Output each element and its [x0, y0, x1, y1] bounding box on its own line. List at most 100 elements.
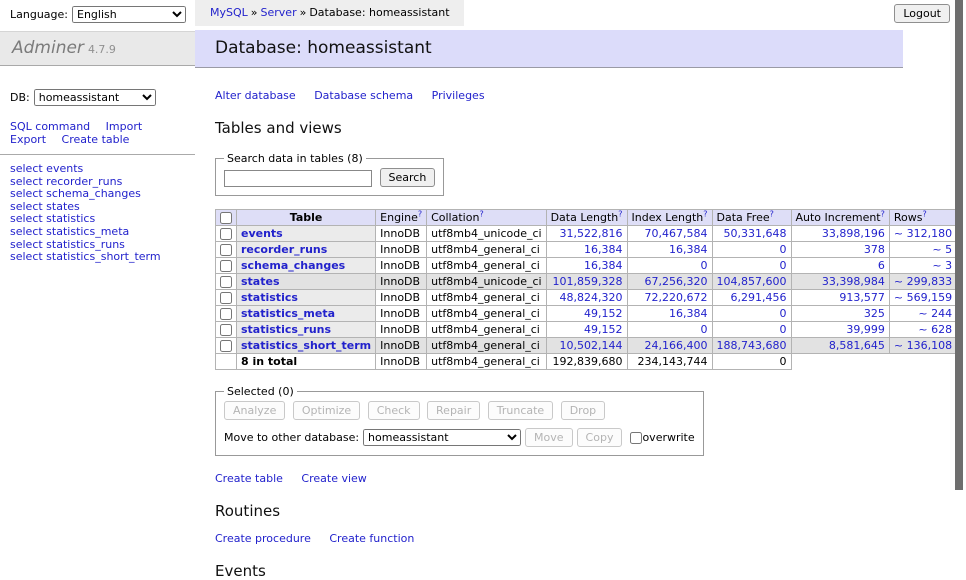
- check-button[interactable]: Check: [368, 401, 420, 420]
- index-length-value[interactable]: 24,166,400: [645, 339, 708, 352]
- overwrite-checkbox[interactable]: [630, 432, 642, 444]
- sidebar-table-list: select events select recorder_runs selec…: [10, 163, 195, 264]
- move-button[interactable]: Move: [525, 428, 573, 447]
- row-checkbox[interactable]: [220, 244, 232, 256]
- create-function-link[interactable]: Create function: [329, 532, 414, 545]
- data-free-help-link[interactable]: ?: [770, 209, 774, 218]
- index-length-value[interactable]: 0: [701, 259, 708, 272]
- index-length-value[interactable]: 16,384: [669, 307, 708, 320]
- engine-help-link[interactable]: ?: [418, 209, 422, 218]
- create-table-link[interactable]: Create table: [215, 472, 283, 485]
- sidebar-item-select-statistics-short-term[interactable]: select statistics_short_term: [10, 251, 195, 264]
- data-length-value[interactable]: 16,384: [584, 243, 623, 256]
- table-link[interactable]: states: [241, 275, 280, 288]
- data-free-value[interactable]: 0: [780, 323, 787, 336]
- truncate-button[interactable]: Truncate: [488, 401, 553, 420]
- rows-value[interactable]: ~ 5: [932, 243, 952, 256]
- breadcrumb-mysql-link[interactable]: MySQL: [210, 6, 248, 19]
- row-checkbox[interactable]: [220, 276, 232, 288]
- data-free-value[interactable]: 6,291,456: [731, 291, 787, 304]
- data-length-value[interactable]: 31,522,816: [560, 227, 623, 240]
- repair-button[interactable]: Repair: [427, 401, 480, 420]
- rows-value[interactable]: ~ 3: [932, 259, 952, 272]
- auto-increment-help-link[interactable]: ?: [881, 209, 885, 218]
- copy-button[interactable]: Copy: [577, 428, 623, 447]
- auto-increment-value[interactable]: 913,577: [839, 291, 885, 304]
- auto-increment-value[interactable]: 8,581,645: [829, 339, 885, 352]
- alter-database-link[interactable]: Alter database: [215, 89, 296, 102]
- index-length-value[interactable]: 0: [701, 323, 708, 336]
- data-free-value[interactable]: 50,331,648: [724, 227, 787, 240]
- select-all-checkbox[interactable]: [220, 212, 232, 224]
- column-header-table: Table: [237, 210, 376, 226]
- index-length-value[interactable]: 70,467,584: [645, 227, 708, 240]
- privileges-link[interactable]: Privileges: [432, 89, 485, 102]
- data-length-value[interactable]: 49,152: [584, 307, 623, 320]
- rows-value[interactable]: ~ 299,833: [894, 275, 952, 288]
- auto-increment-value[interactable]: 325: [864, 307, 885, 320]
- index-length-value[interactable]: 16,384: [669, 243, 708, 256]
- auto-increment-value[interactable]: 33,898,196: [822, 227, 885, 240]
- index-length-help-link[interactable]: ?: [703, 209, 707, 218]
- database-schema-link[interactable]: Database schema: [314, 89, 413, 102]
- table-link[interactable]: recorder_runs: [241, 243, 327, 256]
- data-length-help-link[interactable]: ?: [618, 209, 622, 218]
- collation-help-link[interactable]: ?: [479, 209, 483, 218]
- sidebar-item-select-events[interactable]: select events: [10, 163, 195, 176]
- rows-value[interactable]: ~ 569,159: [894, 291, 952, 304]
- export-link[interactable]: Export: [10, 133, 46, 146]
- data-length-value[interactable]: 10,502,144: [560, 339, 623, 352]
- table-link[interactable]: schema_changes: [241, 259, 345, 272]
- search-button[interactable]: Search: [380, 168, 436, 187]
- data-length-value[interactable]: 101,859,328: [553, 275, 623, 288]
- row-checkbox[interactable]: [220, 340, 232, 352]
- rows-value[interactable]: ~ 244: [918, 307, 952, 320]
- analyze-button[interactable]: Analyze: [224, 401, 285, 420]
- rows-value[interactable]: ~ 136,108: [894, 339, 952, 352]
- table-link[interactable]: statistics_meta: [241, 307, 335, 320]
- rows-value[interactable]: ~ 628: [918, 323, 952, 336]
- scrollbar-thumb[interactable]: [955, 0, 963, 490]
- breadcrumb-server-link[interactable]: Server: [261, 6, 297, 19]
- row-checkbox[interactable]: [220, 228, 232, 240]
- row-checkbox[interactable]: [220, 260, 232, 272]
- drop-button[interactable]: Drop: [561, 401, 605, 420]
- auto-increment-value[interactable]: 6: [878, 259, 885, 272]
- index-length-value[interactable]: 72,220,672: [645, 291, 708, 304]
- row-checkbox[interactable]: [220, 308, 232, 320]
- table-link[interactable]: events: [241, 227, 283, 240]
- table-link[interactable]: statistics_runs: [241, 323, 331, 336]
- move-database-select[interactable]: homeassistant: [363, 429, 521, 446]
- language-select[interactable]: English: [72, 6, 186, 23]
- index-length-value[interactable]: 67,256,320: [645, 275, 708, 288]
- optimize-button[interactable]: Optimize: [293, 401, 360, 420]
- sql-command-link[interactable]: SQL command: [10, 120, 90, 133]
- search-input[interactable]: [224, 170, 372, 187]
- data-length-value[interactable]: 16,384: [584, 259, 623, 272]
- data-free-value[interactable]: 0: [780, 259, 787, 272]
- create-table-link-sidebar[interactable]: Create table: [62, 133, 130, 146]
- create-procedure-link[interactable]: Create procedure: [215, 532, 311, 545]
- auto-increment-value[interactable]: 378: [864, 243, 885, 256]
- sidebar-item-select-schema-changes[interactable]: select schema_changes: [10, 188, 195, 201]
- db-select[interactable]: homeassistant: [34, 89, 156, 106]
- auto-increment-value[interactable]: 39,999: [846, 323, 885, 336]
- row-checkbox[interactable]: [220, 292, 232, 304]
- auto-increment-value[interactable]: 33,398,984: [822, 275, 885, 288]
- table-link[interactable]: statistics: [241, 291, 298, 304]
- table-link[interactable]: statistics_short_term: [241, 339, 371, 352]
- data-length-value[interactable]: 48,824,320: [560, 291, 623, 304]
- rows-value[interactable]: ~ 312,180: [894, 227, 952, 240]
- data-length-value[interactable]: 49,152: [584, 323, 623, 336]
- row-checkbox[interactable]: [220, 324, 232, 336]
- create-view-link[interactable]: Create view: [301, 472, 366, 485]
- scrollbar-track[interactable]: [955, 0, 966, 543]
- data-free-value[interactable]: 104,857,600: [717, 275, 787, 288]
- import-link[interactable]: Import: [106, 120, 143, 133]
- data-free-value[interactable]: 0: [780, 243, 787, 256]
- sidebar-item-select-statistics-meta[interactable]: select statistics_meta: [10, 226, 195, 239]
- rows-help-link[interactable]: ?: [922, 209, 926, 218]
- logout-button[interactable]: Logout: [894, 4, 950, 23]
- data-free-value[interactable]: 0: [780, 307, 787, 320]
- data-free-value[interactable]: 188,743,680: [717, 339, 787, 352]
